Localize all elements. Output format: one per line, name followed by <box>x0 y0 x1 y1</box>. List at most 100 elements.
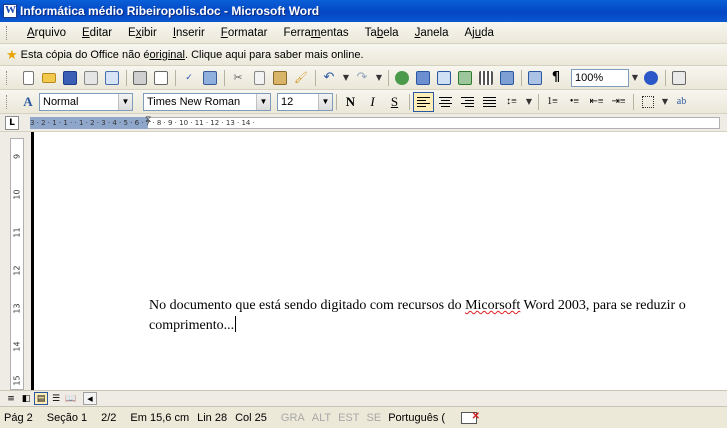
chevron-down-icon[interactable]: ▼ <box>318 93 332 110</box>
save-icon[interactable] <box>60 68 80 88</box>
cut-icon[interactable]: ✂ <box>228 68 248 88</box>
status-track-changes[interactable]: ALT <box>312 412 338 424</box>
insert-excel-icon[interactable] <box>455 68 475 88</box>
line-spacing-button[interactable]: ↕≡ <box>501 92 522 112</box>
outline-view-icon[interactable]: ☰ <box>49 392 63 405</box>
separator <box>175 69 176 86</box>
insert-table-icon[interactable] <box>434 68 454 88</box>
tab-selector[interactable]: L <box>5 116 19 130</box>
toolbar-grip[interactable] <box>6 94 10 109</box>
menu-inserir[interactable]: Inserir <box>164 25 212 41</box>
menu-ajuda[interactable]: Ajuda <box>455 25 500 41</box>
status-language[interactable]: Português ( <box>388 412 453 424</box>
help-icon[interactable] <box>641 68 661 88</box>
borders-button[interactable] <box>637 92 658 112</box>
menu-arquivo[interactable]: Arquivo <box>18 25 73 41</box>
menu-tabela[interactable]: Tabela <box>356 25 406 41</box>
document-map-icon[interactable] <box>525 68 545 88</box>
hyperlink-icon[interactable] <box>392 68 412 88</box>
chevron-down-icon[interactable]: ▼ <box>629 69 641 87</box>
print-layout-icon[interactable]: ▤ <box>34 392 48 405</box>
style-combo[interactable]: Normal ▼ <box>39 92 133 111</box>
show-hide-icon[interactable]: ¶ <box>546 68 566 88</box>
menu-formatar[interactable]: Formatar <box>212 25 275 41</box>
chevron-down-icon[interactable]: ▼ <box>659 93 671 111</box>
research-icon[interactable] <box>200 68 220 88</box>
columns-icon[interactable] <box>476 68 496 88</box>
separator <box>224 69 225 86</box>
normal-view-icon[interactable]: ≡ <box>4 392 18 405</box>
paste-icon[interactable] <box>270 68 290 88</box>
document-text[interactable]: No documento que está sendo digitado com… <box>149 296 709 336</box>
vruler-label: 15 <box>12 375 22 386</box>
zoom-combo[interactable]: 100% <box>571 68 629 87</box>
status-extend[interactable]: EST <box>338 412 366 424</box>
print-icon[interactable] <box>130 68 150 88</box>
reading-view-icon[interactable]: 📖 <box>64 392 78 405</box>
align-right-icon <box>461 96 474 107</box>
genuine-office-notice[interactable]: ★ Esta cópia do Office não é original. C… <box>0 44 727 66</box>
status-overtype[interactable]: SE <box>367 412 389 424</box>
chevron-down-icon[interactable]: ▼ <box>256 93 270 110</box>
underline-button[interactable]: S <box>384 92 405 112</box>
toolbar-grip[interactable] <box>6 70 10 85</box>
star-icon: ★ <box>6 46 18 62</box>
redo-icon[interactable]: ↷ <box>352 68 372 88</box>
chevron-down-icon[interactable]: ▼ <box>118 93 132 110</box>
page-edge <box>31 132 34 390</box>
misspelled-word[interactable]: Micorsoft <box>465 298 520 313</box>
vruler-label: 13 <box>12 303 22 314</box>
highlight-button[interactable]: ab <box>671 92 692 112</box>
text-cursor <box>235 316 237 332</box>
status-record-macro[interactable]: GRA <box>281 412 312 424</box>
menu-janela[interactable]: Janela <box>406 25 456 41</box>
vruler-label: 11 <box>12 227 22 238</box>
align-right-button[interactable] <box>457 92 478 112</box>
menu-exibir[interactable]: Exibir <box>119 25 164 41</box>
horizontal-ruler[interactable]: L 3 · 2 · 1 · 1 · · 1 · 2 · 3 · 4 · 5 · … <box>0 114 727 132</box>
scroll-left-button[interactable]: ◀ <box>83 392 97 405</box>
bold-button[interactable]: N <box>340 92 361 112</box>
undo-icon[interactable]: ↶ <box>319 68 339 88</box>
numbering-button[interactable]: 1≡ <box>542 92 563 112</box>
notice-link[interactable]: original <box>149 49 184 61</box>
spelling-status-icon[interactable]: ✕ <box>461 411 480 424</box>
decrease-indent-button[interactable]: ⇤≡ <box>586 92 607 112</box>
align-left-button[interactable] <box>413 91 434 112</box>
print-preview-icon[interactable] <box>151 68 171 88</box>
status-column: Col 25 <box>235 411 267 424</box>
justify-icon <box>483 96 496 107</box>
toolbar-grip[interactable] <box>6 25 10 40</box>
separator <box>126 69 127 86</box>
italic-button[interactable]: I <box>362 92 383 112</box>
drawing-icon[interactable] <box>497 68 517 88</box>
document-area[interactable]: No documento que está sendo digitado com… <box>37 132 727 390</box>
bullets-button[interactable]: •≡ <box>564 92 585 112</box>
email-icon[interactable] <box>102 68 122 88</box>
increase-indent-button[interactable]: ⇥≡ <box>608 92 629 112</box>
menu-editar[interactable]: Editar <box>73 25 119 41</box>
web-view-icon[interactable]: ◧ <box>19 392 33 405</box>
copy-icon[interactable] <box>249 68 269 88</box>
read-icon[interactable] <box>669 68 689 88</box>
chevron-down-icon[interactable]: ▼ <box>373 69 385 87</box>
font-combo[interactable]: Times New Roman ▼ <box>143 92 271 111</box>
spelling-icon[interactable]: ✓ <box>179 68 199 88</box>
chevron-down-icon[interactable]: ▼ <box>523 93 535 111</box>
font-size-combo[interactable]: 12 ▼ <box>277 92 333 111</box>
justify-button[interactable] <box>479 92 500 112</box>
styles-formatting-icon[interactable]: A <box>18 92 38 112</box>
separator <box>633 93 634 110</box>
align-center-button[interactable] <box>435 92 456 112</box>
new-document-icon[interactable] <box>18 68 38 88</box>
indent-marker-icon[interactable]: ⧖ <box>145 115 151 125</box>
vertical-ruler[interactable]: 9 10 11 12 13 14 15 <box>0 132 34 390</box>
status-line: Lin 28 <box>197 411 228 424</box>
word-app-icon[interactable] <box>3 4 17 18</box>
chevron-down-icon[interactable]: ▼ <box>340 69 352 87</box>
tables-borders-icon[interactable] <box>413 68 433 88</box>
format-painter-icon[interactable]: 🖌 <box>291 68 311 88</box>
permission-icon[interactable] <box>81 68 101 88</box>
menu-ferramentas[interactable]: Ferramentas <box>274 25 355 41</box>
open-folder-icon[interactable] <box>39 68 59 88</box>
